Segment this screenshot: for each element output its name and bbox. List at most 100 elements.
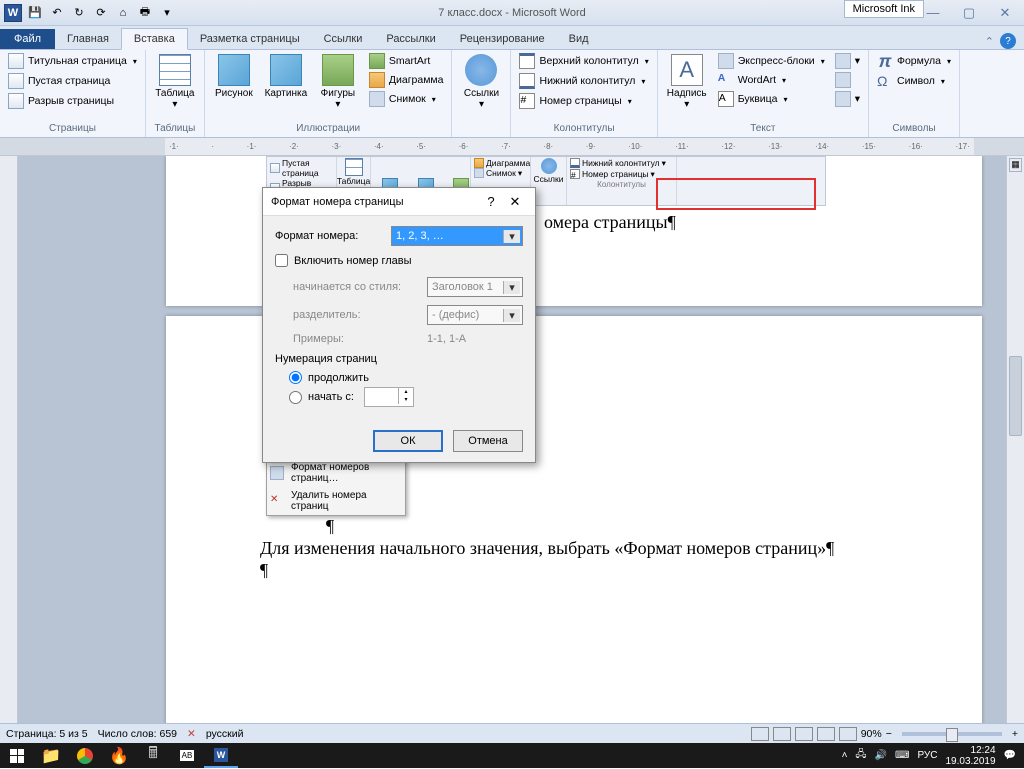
clipart-button[interactable]: Картинка	[261, 52, 311, 101]
blank-page-button[interactable]: Пустая страница	[4, 72, 114, 90]
maximize-button[interactable]: ▢	[954, 4, 984, 22]
status-page[interactable]: Страница: 5 из 5	[6, 728, 88, 740]
dialog-titlebar[interactable]: Формат номера страницы ? ✕	[263, 188, 535, 216]
tb-word-icon[interactable]: W	[204, 743, 238, 768]
tab-references[interactable]: Ссылки	[312, 29, 375, 49]
tray-notifications-icon[interactable]: 💬	[1004, 750, 1016, 761]
tab-view[interactable]: Вид	[557, 29, 601, 49]
textbox-button[interactable]: AНадпись▾	[662, 52, 712, 112]
ruler-toggle-icon[interactable]: ▦	[1009, 158, 1022, 172]
zoom-in-icon[interactable]: +	[1012, 728, 1018, 740]
doc-para-mark2[interactable]: ¶	[260, 560, 268, 581]
page-number-button[interactable]: #Номер страницы	[515, 92, 635, 110]
help-icon[interactable]: ?	[1000, 33, 1016, 49]
title-page-button[interactable]: Титульная страница	[4, 52, 141, 70]
tray-network-icon[interactable]: 🖧	[855, 747, 866, 764]
tab-file[interactable]: Файл	[0, 29, 55, 49]
tb-calc-icon[interactable]: 🖩	[136, 743, 170, 768]
wordart-button[interactable]: AWordArt	[714, 71, 829, 89]
zoom-out-icon[interactable]: −	[886, 728, 892, 740]
tb-explorer-icon[interactable]: 📁	[34, 743, 68, 768]
format-select[interactable]: 1, 2, 3, …	[391, 226, 523, 246]
dialog-help-icon[interactable]: ?	[479, 194, 503, 209]
tab-layout[interactable]: Разметка страницы	[188, 29, 312, 49]
tb-chrome-icon[interactable]	[68, 743, 102, 768]
undo-icon[interactable]: ↶	[48, 4, 66, 22]
quickparts-button[interactable]: Экспресс-блоки	[714, 52, 829, 70]
view-read-icon[interactable]	[773, 727, 791, 741]
save-icon[interactable]: 💾	[26, 4, 44, 22]
tray-input-icon[interactable]: ⌨	[895, 750, 909, 761]
spellcheck-icon[interactable]: ✕	[187, 728, 196, 740]
radio-continue-input[interactable]	[289, 371, 302, 384]
cancel-button[interactable]: Отмена	[453, 430, 523, 452]
starts-style-label: начинается со стиля:	[293, 281, 421, 293]
radio-continue[interactable]: продолжить	[289, 371, 523, 384]
shapes-button[interactable]: Фигуры▾	[313, 52, 363, 112]
ruler-vertical[interactable]	[0, 156, 18, 723]
home-icon[interactable]: ⌂	[114, 4, 132, 22]
redo-icon[interactable]: ↻	[70, 4, 88, 22]
tray-volume-icon[interactable]: 🔊	[875, 750, 887, 761]
view-outline-icon[interactable]	[817, 727, 835, 741]
tray-up-icon[interactable]: ˄	[842, 750, 848, 761]
ok-button[interactable]: ОК	[373, 430, 443, 452]
zoom-slider[interactable]	[902, 732, 1002, 736]
table-button[interactable]: Таблица▾	[150, 52, 200, 112]
tab-review[interactable]: Рецензирование	[448, 29, 557, 49]
tray-lang[interactable]: РУС	[917, 750, 937, 761]
system-tray: ˄ 🖧 🔊 ⌨ РУС 12:24 19.03.2019 💬	[842, 745, 1024, 767]
doc-para-mark[interactable]: ¶	[326, 516, 334, 537]
close-button[interactable]: ✕	[990, 4, 1020, 22]
symbol-button[interactable]: ΩСимвол	[873, 72, 949, 90]
tab-insert[interactable]: Вставка	[121, 28, 188, 50]
ctx-format[interactable]: Формат номеров страниц…	[267, 459, 405, 487]
tb-app1-icon[interactable]: 🔥	[102, 743, 136, 768]
minimize-button[interactable]: —	[918, 4, 948, 22]
view-print-icon[interactable]	[751, 727, 769, 741]
zoom-value[interactable]: 90%	[861, 728, 882, 740]
collapse-ribbon-icon[interactable]: ⌃	[985, 35, 994, 48]
page-break-button[interactable]: Разрыв страницы	[4, 92, 118, 110]
include-chapter-checkbox[interactable]: Включить номер главы	[275, 254, 523, 267]
print-icon[interactable]: 🖶	[136, 4, 154, 22]
object-button[interactable]: ▾	[831, 90, 864, 108]
separator-label: разделитель:	[293, 309, 421, 321]
picture-button[interactable]: Рисунок	[209, 52, 259, 101]
radio-start-at-input[interactable]	[289, 391, 302, 404]
qat-dropdown-icon[interactable]: ▾	[158, 4, 176, 22]
view-web-icon[interactable]	[795, 727, 813, 741]
status-words[interactable]: Число слов: 659	[98, 728, 177, 740]
tab-home[interactable]: Главная	[55, 29, 121, 49]
radio-start-at[interactable]: начать с:	[289, 387, 523, 407]
ribbon: Титульная страница Пустая страница Разры…	[0, 50, 1024, 138]
tray-clock[interactable]: 12:24 19.03.2019	[945, 745, 995, 767]
equation-button[interactable]: πФормула	[873, 52, 955, 70]
group-illus-label: Иллюстрации	[209, 122, 448, 135]
ruler-horizontal[interactable]: L ·1···1··2··3··4··5··6··7··8··9··10··11…	[0, 138, 1024, 156]
status-language[interactable]: русский	[206, 728, 244, 740]
screenshot-button[interactable]: Снимок	[365, 90, 448, 108]
include-chapter-input[interactable]	[275, 254, 288, 267]
dropcap-button[interactable]: AБуквица	[714, 90, 829, 108]
refresh-icon[interactable]: ⟳	[92, 4, 110, 22]
chart-button[interactable]: Диаграмма	[365, 71, 448, 89]
links-button[interactable]: Ссылки▾	[456, 52, 506, 112]
signature-button[interactable]: ▾	[831, 52, 864, 70]
ctx-remove[interactable]: ✕Удалить номера страниц	[267, 487, 405, 515]
scroll-thumb[interactable]	[1009, 356, 1022, 436]
dialog-close-icon[interactable]: ✕	[503, 194, 527, 210]
footer-button[interactable]: Нижний колонтитул	[515, 72, 649, 90]
doc-text-line1[interactable]: омера страницы¶	[544, 212, 676, 233]
view-draft-icon[interactable]	[839, 727, 857, 741]
smartart-button[interactable]: SmartArt	[365, 52, 448, 70]
scrollbar-vertical[interactable]: ▦	[1006, 156, 1024, 723]
header-button[interactable]: Верхний колонтитул	[515, 52, 652, 70]
tb-abnet-icon[interactable]: AB	[170, 743, 204, 768]
start-button[interactable]	[0, 743, 34, 768]
ink-tab[interactable]: Microsoft Ink	[844, 0, 924, 18]
tab-mailings[interactable]: Рассылки	[374, 29, 447, 49]
start-at-spinner[interactable]	[364, 387, 414, 407]
doc-text-line2[interactable]: Для изменения начального значения, выбра…	[260, 538, 834, 559]
datetime-button[interactable]	[831, 71, 864, 89]
